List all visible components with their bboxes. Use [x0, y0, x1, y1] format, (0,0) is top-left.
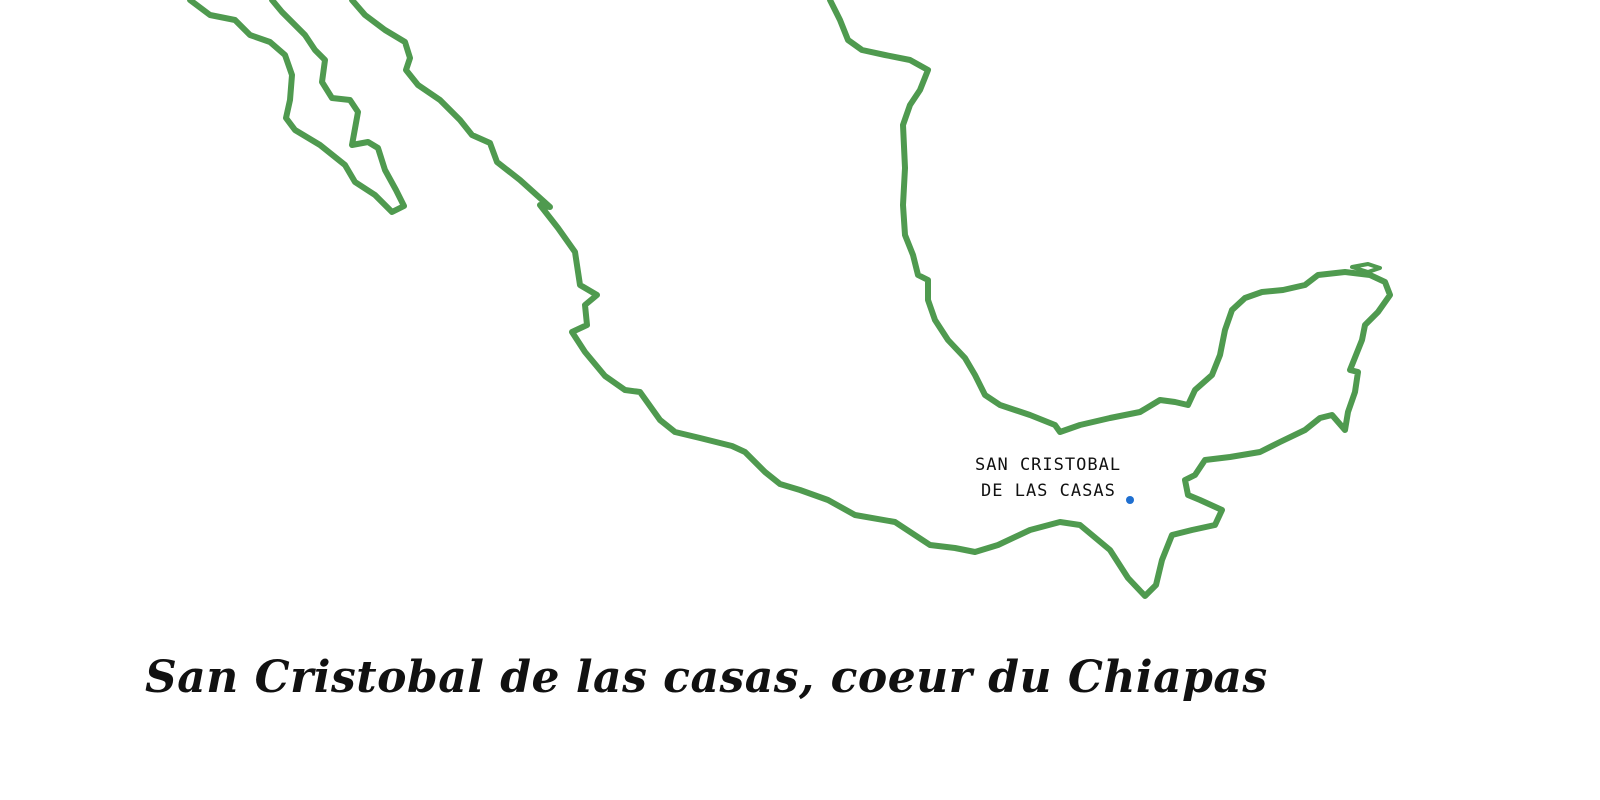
city-label-line1: SAN CRISTOBAL — [975, 455, 1122, 475]
city-label: SAN CRISTOBAL DE LAS CASAS — [975, 452, 1121, 504]
map-caption: San Cristobal de las casas, coeur du Chi… — [145, 652, 1268, 703]
baja-california-outline — [187, 0, 407, 215]
city-label-line2: DE LAS CASAS — [981, 481, 1116, 501]
mainland-mexico-outline — [349, 0, 1393, 599]
city-marker-dot — [1126, 496, 1134, 504]
